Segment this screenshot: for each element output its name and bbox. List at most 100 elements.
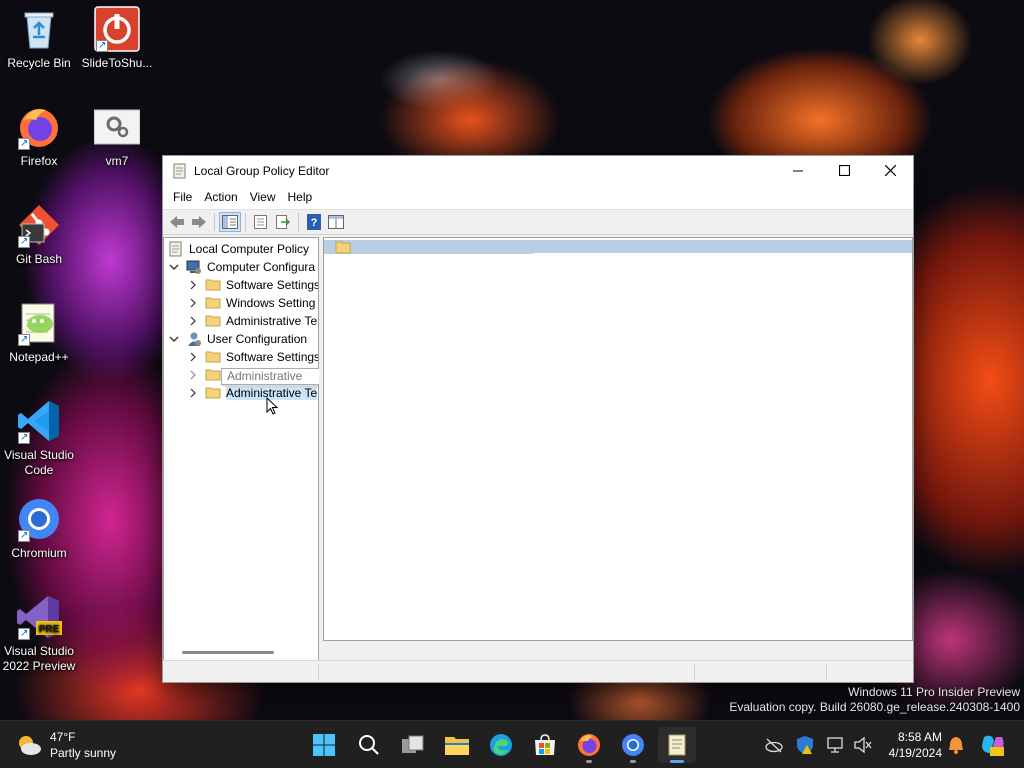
chevron-down-icon[interactable] bbox=[168, 264, 180, 270]
desktop-icon-slidetoshutdown[interactable]: SlideToShu... bbox=[78, 6, 156, 71]
status-separator bbox=[694, 664, 695, 680]
running-indicator bbox=[630, 760, 636, 763]
properties-button[interactable] bbox=[250, 212, 272, 232]
taskbar-edge[interactable] bbox=[482, 727, 520, 763]
chevron-right-icon[interactable] bbox=[187, 352, 199, 362]
export-list-button[interactable] bbox=[272, 212, 294, 232]
status-separator bbox=[318, 664, 319, 680]
chevron-right-icon[interactable] bbox=[187, 280, 199, 290]
console-tree[interactable]: Local Computer Policy Computer Configura… bbox=[163, 237, 319, 661]
notification-bell[interactable] bbox=[944, 733, 968, 757]
taskbar-file-explorer[interactable] bbox=[438, 727, 476, 763]
desktop-icon-vm7[interactable]: vm7 bbox=[78, 104, 156, 169]
mouse-cursor-icon bbox=[266, 397, 279, 415]
volume-muted-icon bbox=[854, 736, 872, 754]
tree-node-local-computer-policy[interactable]: Local Computer Policy bbox=[168, 240, 309, 258]
shield-warning-icon bbox=[797, 736, 813, 754]
chevron-right-icon[interactable] bbox=[187, 370, 199, 380]
details-tab-area bbox=[528, 253, 912, 267]
file-explorer-icon bbox=[445, 737, 469, 755]
menu-view[interactable]: View bbox=[244, 190, 282, 204]
tree-node-user-configuration[interactable]: User Configuration bbox=[168, 330, 307, 348]
desktop-icon-firefox[interactable]: Firefox bbox=[0, 104, 78, 169]
action-pane-icon bbox=[328, 215, 344, 229]
maximize-icon bbox=[838, 165, 850, 176]
group-policy-editor-window[interactable]: Local Group Policy Editor File Action Vi… bbox=[162, 155, 914, 683]
user-icon bbox=[186, 331, 202, 347]
taskbar-microsoft-store[interactable] bbox=[526, 727, 564, 763]
status-bar bbox=[163, 660, 913, 682]
desktop-icon-recycle-bin[interactable]: Recycle Bin bbox=[0, 6, 78, 71]
windows-logo-icon bbox=[313, 734, 335, 756]
title-bar[interactable]: Local Group Policy Editor bbox=[163, 156, 913, 185]
clock-time: 8:58 AM bbox=[897, 730, 942, 744]
details-header-row[interactable] bbox=[324, 240, 912, 254]
taskbar: 47°F Partly sunny 8:58 AM 4/19/2024 bbox=[0, 720, 1024, 768]
partly-sunny-icon bbox=[19, 736, 41, 755]
status-separator bbox=[826, 664, 827, 680]
vscode-icon bbox=[16, 398, 62, 445]
network-icon bbox=[827, 737, 843, 753]
desktop-icon-label: Visual Studio 2022 Preview bbox=[2, 644, 76, 673]
taskbar-group-policy-editor[interactable] bbox=[658, 727, 696, 763]
export-list-icon bbox=[276, 215, 291, 229]
weather-widget[interactable]: 47°F Partly sunny bbox=[16, 729, 116, 761]
visual-studio-icon: PRE bbox=[16, 594, 62, 641]
task-view-icon bbox=[402, 735, 424, 753]
menu-help[interactable]: Help bbox=[282, 190, 319, 204]
system-clock[interactable]: 8:58 AM 4/19/2024 bbox=[889, 729, 942, 761]
clock-date: 4/19/2024 bbox=[888, 746, 942, 760]
details-pane[interactable] bbox=[323, 237, 913, 641]
task-view-button[interactable] bbox=[394, 727, 432, 763]
tray-network[interactable] bbox=[824, 733, 848, 757]
menu-action[interactable]: Action bbox=[198, 190, 243, 204]
watermark-line-2: Evaluation copy. Build 26080.ge_release.… bbox=[729, 700, 1020, 714]
minimize-button[interactable] bbox=[775, 156, 821, 185]
menu-file[interactable]: File bbox=[167, 190, 198, 204]
forward-button[interactable] bbox=[188, 212, 210, 232]
firefox-icon bbox=[16, 104, 62, 151]
desktop-icon-label: vm7 bbox=[105, 154, 129, 168]
running-indicator bbox=[586, 760, 592, 763]
desktop-icon-label: Firefox bbox=[20, 154, 58, 168]
help-button[interactable]: ? bbox=[303, 212, 325, 232]
tray-volume-muted[interactable] bbox=[851, 733, 875, 757]
chevron-right-icon[interactable] bbox=[187, 316, 199, 326]
tree-node-cc-windows-settings[interactable]: Windows Setting bbox=[187, 294, 315, 312]
folder-icon bbox=[205, 313, 221, 329]
tree-item-rename-tooltip: Administrative bbox=[221, 368, 327, 385]
taskbar-firefox[interactable] bbox=[570, 727, 608, 763]
search-button[interactable] bbox=[350, 727, 388, 763]
tray-cloud-offline[interactable] bbox=[762, 733, 786, 757]
group-policy-app-icon bbox=[172, 163, 188, 179]
close-button[interactable] bbox=[867, 156, 913, 185]
bell-icon bbox=[949, 737, 963, 754]
maximize-button[interactable] bbox=[821, 156, 867, 185]
desktop-icon-chromium[interactable]: Chromium bbox=[0, 496, 78, 561]
tray-security-warning[interactable] bbox=[793, 733, 817, 757]
chevron-right-icon[interactable] bbox=[187, 388, 199, 398]
show-action-pane-button[interactable] bbox=[325, 212, 347, 232]
show-hide-console-tree-button[interactable] bbox=[219, 212, 241, 232]
desktop-icon-visual-studio-preview[interactable]: PRE Visual Studio 2022 Preview bbox=[0, 594, 78, 674]
taskbar-chromium[interactable] bbox=[614, 727, 652, 763]
tree-node-uc-software-settings[interactable]: Software Settings bbox=[187, 348, 318, 366]
copilot-button[interactable] bbox=[980, 733, 1004, 757]
desktop-icon-label: Git Bash bbox=[15, 252, 63, 266]
start-button[interactable] bbox=[305, 727, 343, 763]
tree-node-uc-administrative-templates[interactable]: Administrative Te bbox=[187, 384, 318, 402]
desktop-icon-label: Visual Studio Code bbox=[4, 448, 74, 477]
tree-node-cc-software-settings[interactable]: Software Settings bbox=[187, 276, 318, 294]
chevron-right-icon[interactable] bbox=[187, 298, 199, 308]
tree-node-computer-configuration[interactable]: Computer Configura bbox=[168, 258, 315, 276]
tree-horizontal-scrollbar[interactable] bbox=[182, 651, 274, 654]
chevron-down-icon[interactable] bbox=[168, 336, 180, 342]
back-button[interactable] bbox=[166, 212, 188, 232]
power-button-icon bbox=[94, 6, 140, 53]
tree-node-cc-administrative-templates[interactable]: Administrative Te bbox=[187, 312, 317, 330]
desktop-icon-notepadpp[interactable]: Notepad++ bbox=[0, 300, 78, 365]
desktop-icon-vscode[interactable]: Visual Studio Code bbox=[0, 398, 78, 478]
svg-text:?: ? bbox=[311, 217, 318, 229]
desktop-icon-git-bash[interactable]: Git Bash bbox=[0, 202, 78, 267]
desktop-icon-label: Notepad++ bbox=[9, 350, 69, 364]
